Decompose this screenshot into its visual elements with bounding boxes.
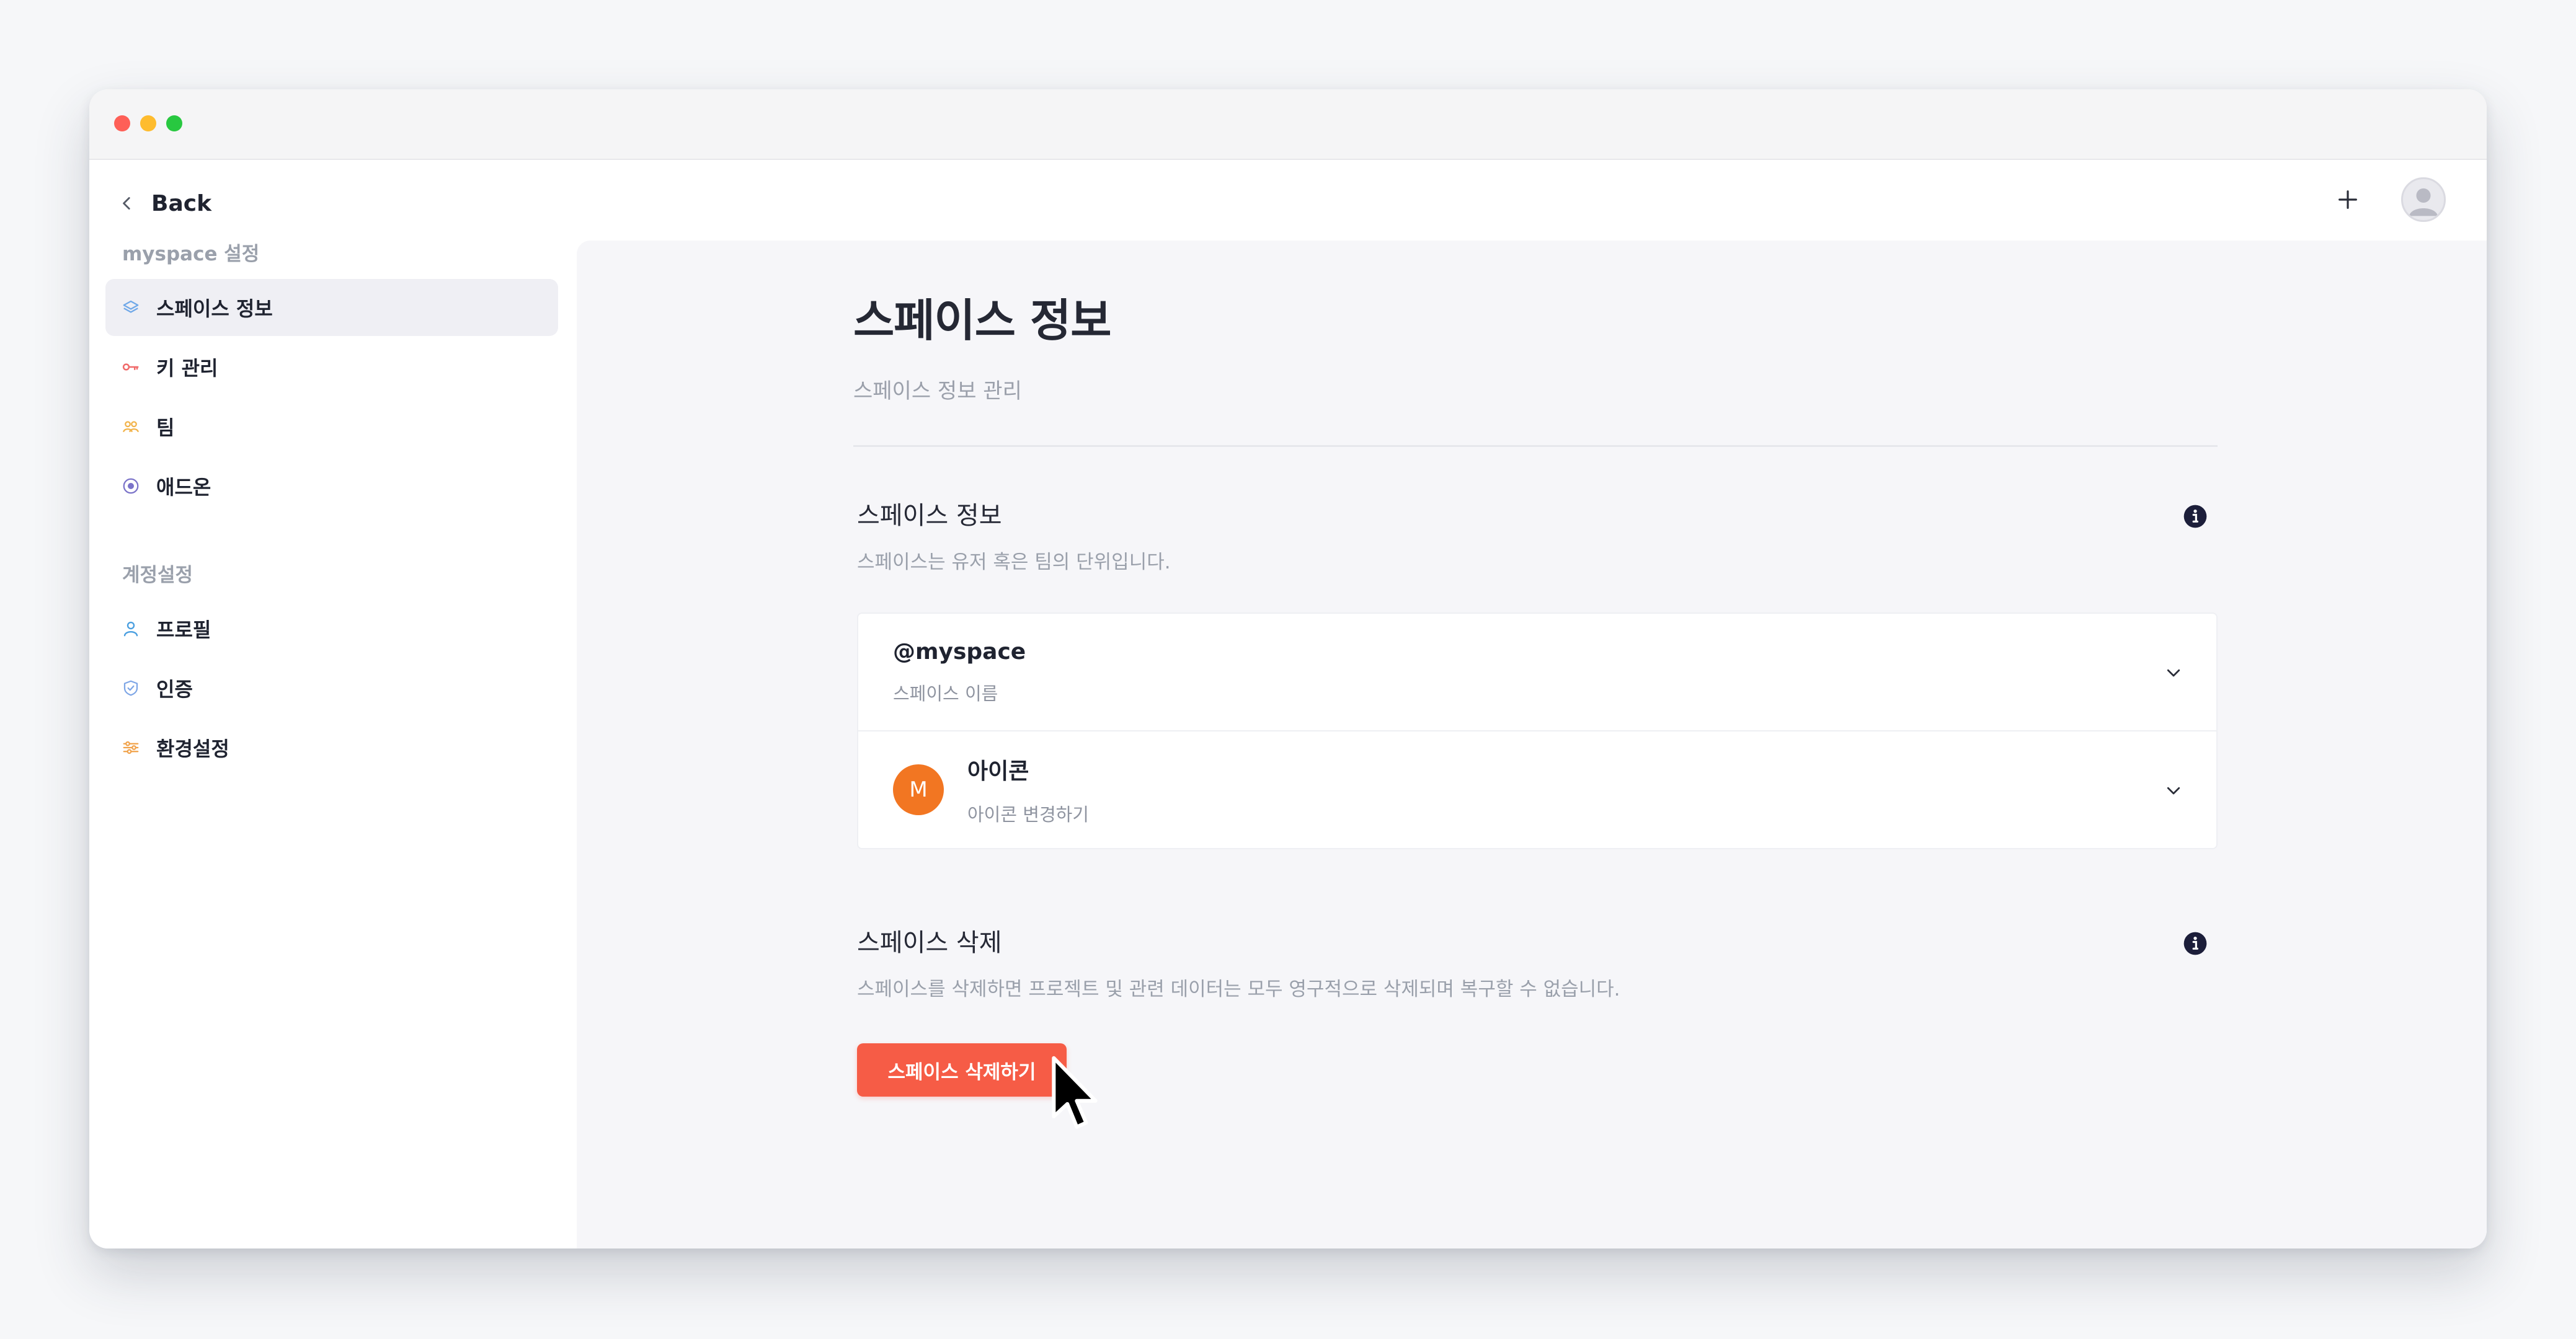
sidebar-item-label: 인증 <box>156 678 193 701</box>
space-info-card: @myspace 스페이스 이름 M 아이콘 아이콘 변경하기 <box>857 612 2218 849</box>
back-button[interactable]: Back <box>119 185 211 222</box>
sidebar-item-label: 팀 <box>156 416 175 440</box>
sidebar-item-label: 키 관리 <box>156 356 218 380</box>
user-silhouette-icon <box>2409 188 2438 216</box>
back-label: Back <box>151 190 212 216</box>
user-icon <box>123 621 138 637</box>
row-text: @myspace 스페이스 이름 <box>893 639 1026 705</box>
chevron-down-icon[interactable] <box>2164 663 2183 682</box>
sidebar-item-label: 프로필 <box>156 618 211 642</box>
layers-icon <box>123 300 139 313</box>
minimize-window-button[interactable] <box>140 115 156 131</box>
sidebar-item-authentication[interactable]: 인증 <box>105 660 558 717</box>
app-window: Back myspace 설정 스페이스 정보 키 관리 팀 애드온 계정설정 … <box>89 89 2487 1248</box>
page-subtitle: 스페이스 정보 관리 <box>853 379 1022 404</box>
key-icon <box>122 363 139 371</box>
team-icon <box>123 421 139 433</box>
icon-title: 아이콘 <box>967 759 1029 784</box>
title-bar <box>89 89 2487 160</box>
section-description: 스페이스는 유저 혹은 팀의 단위입니다. <box>857 551 1171 573</box>
sidebar-item-profile[interactable]: 프로필 <box>105 600 558 657</box>
space-icon-row[interactable]: M 아이콘 아이콘 변경하기 <box>858 730 2216 848</box>
user-avatar[interactable] <box>2401 177 2446 222</box>
divider <box>853 445 2218 447</box>
section-title: 스페이스 정보 <box>857 502 1002 530</box>
sidebar-section-account-settings: 계정설정 <box>122 564 193 586</box>
settings-sidebar: myspace 설정 스페이스 정보 키 관리 팀 애드온 계정설정 프로필 인… <box>89 229 577 1248</box>
space-name-label: 스페이스 이름 <box>893 683 998 704</box>
delete-space-button[interactable]: 스페이스 삭제하기 <box>857 1043 1067 1097</box>
info-icon[interactable] <box>2183 504 2208 529</box>
sidebar-section-space-settings: myspace 설정 <box>122 243 260 265</box>
addon-icon <box>123 478 139 494</box>
sidebar-item-key-management[interactable]: 키 관리 <box>105 338 558 396</box>
chevron-down-icon[interactable] <box>2164 781 2183 800</box>
settings-sliders-icon <box>123 741 139 754</box>
space-icon-avatar: M <box>893 764 944 815</box>
plus-icon[interactable] <box>2335 187 2360 212</box>
sidebar-item-space-info[interactable]: 스페이스 정보 <box>105 279 558 336</box>
settings-main-panel: 스페이스 정보 스페이스 정보 관리 스페이스 정보 스페이스는 유저 혹은 팀… <box>577 241 2487 1248</box>
sidebar-item-label: 환경설정 <box>156 737 229 761</box>
section-title: 스페이스 삭제 <box>857 929 1002 957</box>
page-title: 스페이스 정보 <box>853 294 1112 347</box>
shield-icon <box>123 680 138 696</box>
sidebar-item-preferences[interactable]: 환경설정 <box>105 719 558 776</box>
sidebar-item-team[interactable]: 팀 <box>105 398 558 455</box>
space-name-row[interactable]: @myspace 스페이스 이름 <box>858 614 2216 730</box>
settings-content: 스페이스 정보 스페이스 정보 관리 스페이스 정보 스페이스는 유저 혹은 팀… <box>853 284 2218 1097</box>
section-description: 스페이스를 삭제하면 프로젝트 및 관련 데이터는 모두 영구적으로 삭제되며 … <box>857 978 1620 1001</box>
space-info-section: 스페이스 정보 스페이스는 유저 혹은 팀의 단위입니다. @myspace 스… <box>853 495 2218 849</box>
topbar-actions <box>2335 177 2446 222</box>
chevron-left-icon <box>123 197 130 210</box>
row-text: 아이콘 아이콘 변경하기 <box>967 753 1089 826</box>
sidebar-item-label: 애드온 <box>156 475 211 499</box>
app-content: Back myspace 설정 스페이스 정보 키 관리 팀 애드온 계정설정 … <box>89 160 2487 1248</box>
zoom-window-button[interactable] <box>166 115 182 131</box>
mouse-cursor-icon <box>1052 1056 1098 1129</box>
space-handle: @myspace <box>893 639 1026 665</box>
sidebar-item-label: 스페이스 정보 <box>156 297 273 320</box>
change-icon-label: 아이콘 변경하기 <box>967 804 1089 825</box>
sidebar-item-addon[interactable]: 애드온 <box>105 457 558 515</box>
close-window-button[interactable] <box>114 115 130 131</box>
info-icon[interactable] <box>2183 931 2208 956</box>
